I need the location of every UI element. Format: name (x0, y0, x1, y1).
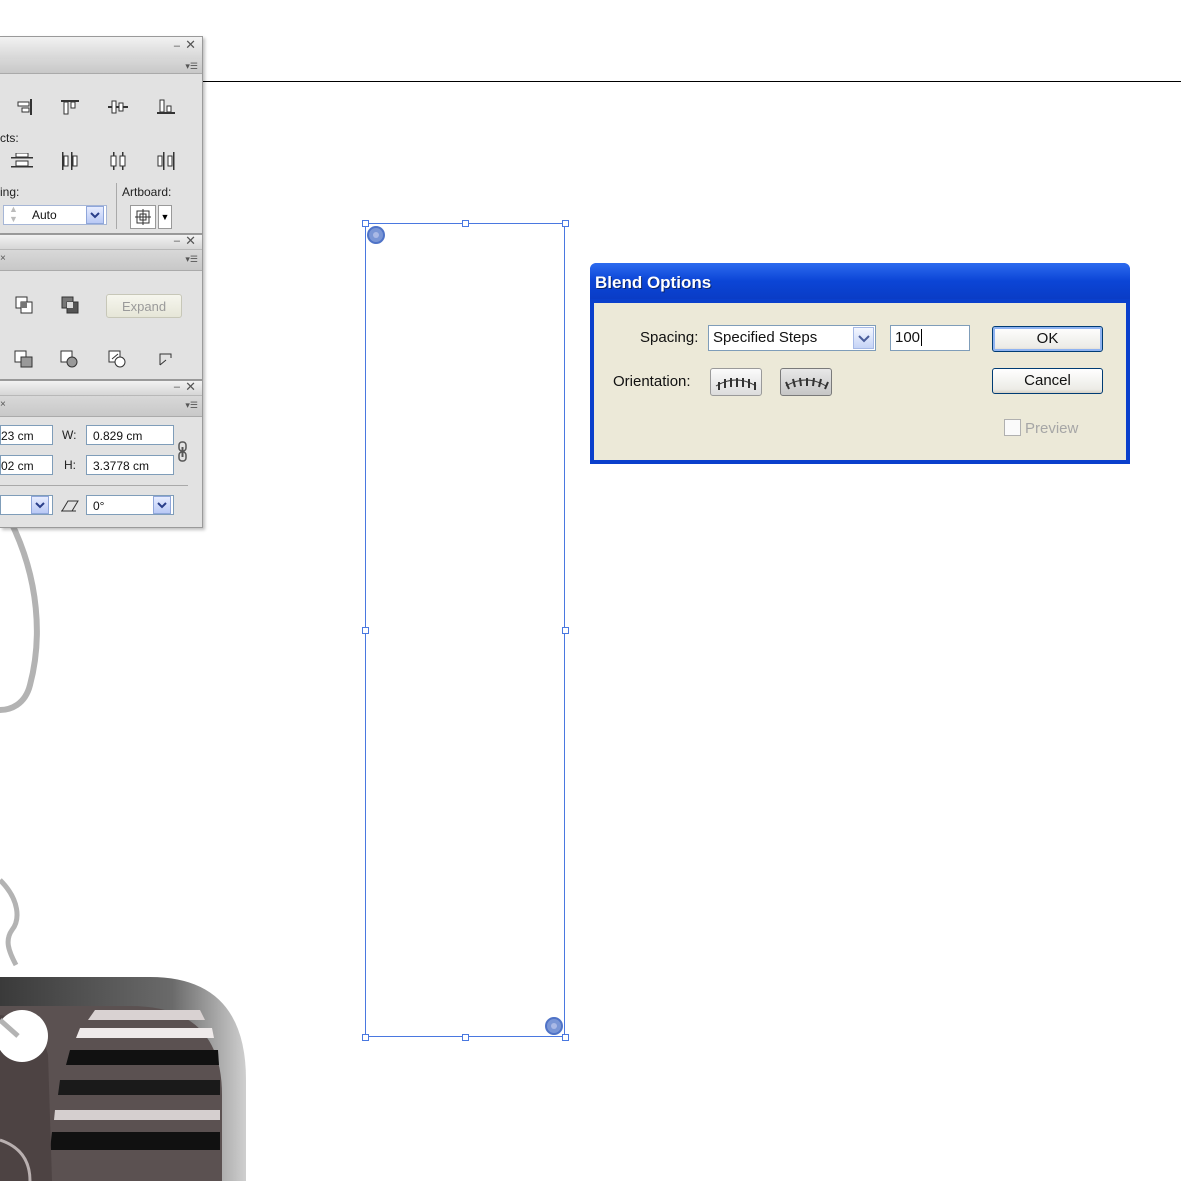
close-icon[interactable]: ✕ (185, 38, 196, 51)
minimize-icon[interactable]: – (174, 235, 180, 247)
orientation-label: Orientation: (613, 373, 691, 390)
pathfinder-intersect-icon[interactable] (12, 295, 36, 315)
distribute-horizontal-center-icon[interactable] (106, 151, 130, 171)
artboard-top-edge (200, 81, 1181, 82)
tab-close-icon[interactable]: × (0, 399, 6, 410)
distribute-objects-label: cts: (0, 131, 19, 145)
resize-handle-top-left[interactable] (362, 220, 369, 227)
minimize-icon[interactable]: – (174, 40, 180, 52)
ok-button[interactable]: OK (992, 326, 1103, 352)
distribute-right-icon[interactable] (154, 151, 178, 171)
shear-icon (60, 499, 80, 518)
chevron-down-icon[interactable] (853, 327, 874, 349)
chevron-down-icon[interactable] (153, 496, 171, 514)
panel-header: – ✕ (0, 37, 202, 59)
close-icon[interactable]: ✕ (185, 234, 196, 247)
blend-options-dialog: Blend Options Spacing: Specified Steps 1… (590, 263, 1130, 464)
pathfinder-outline-icon[interactable] (154, 349, 178, 369)
height-field[interactable]: 3.3778 cm (86, 455, 174, 475)
chevron-down-icon[interactable] (86, 206, 104, 224)
pathfinder-panel: – ✕ × ▾☰ Expand (0, 234, 203, 380)
panel-tab-strip: × ▾☰ (0, 395, 202, 417)
resize-handle-bottom[interactable] (462, 1034, 469, 1041)
close-icon[interactable]: ✕ (185, 380, 196, 393)
steps-value: 100 (895, 329, 921, 346)
pathfinder-divide-icon[interactable] (12, 349, 36, 369)
blend-end-point[interactable] (545, 1017, 563, 1035)
panel-tab-strip: × ▾☰ (0, 249, 202, 271)
minimize-icon[interactable]: – (174, 381, 180, 393)
align-right-icon[interactable] (12, 97, 36, 117)
pathfinder-trim-icon[interactable] (58, 349, 82, 369)
transform-panel: – ✕ × ▾☰ 23 cm 02 cm W: H: 0.829 cm 3.37… (0, 380, 203, 528)
align-top-icon[interactable] (58, 97, 82, 117)
text-cursor (921, 329, 923, 346)
pathfinder-merge-icon[interactable] (106, 349, 130, 369)
height-label: H: (64, 458, 76, 472)
resize-handle-bottom-left[interactable] (362, 1034, 369, 1041)
align-to-dropdown-icon[interactable]: ▼ (158, 205, 172, 229)
divider (0, 485, 188, 486)
align-to-page-icon[interactable] (710, 368, 762, 396)
cancel-button[interactable]: Cancel (992, 368, 1103, 394)
spacing-select-value: Specified Steps (713, 329, 818, 346)
align-to-path-icon[interactable] (780, 368, 832, 396)
align-to-artboard-icon[interactable] (130, 205, 156, 229)
resize-handle-bottom-right[interactable] (562, 1034, 569, 1041)
width-label: W: (62, 428, 77, 442)
steps-input[interactable]: 100 (890, 325, 970, 351)
stepper-down-icon[interactable]: ▼ (9, 215, 18, 224)
align-bottom-icon[interactable] (154, 97, 178, 117)
spacing-value: Auto (32, 208, 57, 222)
spacing-label: Spacing: (640, 329, 699, 346)
preview-checkbox[interactable] (1004, 419, 1021, 436)
width-field[interactable]: 0.829 cm (86, 425, 174, 445)
panel-menu-icon[interactable]: ▾☰ (185, 254, 198, 265)
preview-label: Preview (1025, 420, 1079, 437)
spacing-select[interactable]: Specified Steps (708, 325, 876, 351)
link-icon[interactable] (177, 441, 189, 468)
align-vertical-center-icon[interactable] (106, 97, 130, 117)
distribute-spacing-label: ing: (0, 185, 20, 199)
divider (116, 183, 117, 229)
align-to-label: Artboard: (122, 185, 172, 199)
panel-menu-icon[interactable]: ▾☰ (185, 61, 198, 72)
y-position-field[interactable]: 02 cm (0, 455, 53, 475)
blend-start-point[interactable] (367, 226, 385, 244)
stepper-up-icon[interactable]: ▲ (9, 205, 18, 214)
resize-handle-right[interactable] (562, 627, 569, 634)
dialog-title: Blend Options (590, 263, 1130, 299)
x-position-field[interactable]: 23 cm (0, 425, 53, 445)
selection-bounding-box[interactable] (365, 223, 565, 1037)
distribute-bottom-icon[interactable] (10, 151, 34, 171)
resize-handle-top[interactable] (462, 220, 469, 227)
dialog-body: Spacing: Specified Steps 100 OK Cancel O… (594, 303, 1126, 460)
expand-button[interactable]: Expand (106, 294, 182, 318)
align-panel: – ✕ ▾☰ cts: ing: Artboard: ▲ ▼ Auto ▼ (0, 36, 203, 234)
background-illustration (0, 520, 246, 1181)
resize-handle-left[interactable] (362, 627, 369, 634)
resize-handle-top-right[interactable] (562, 220, 569, 227)
chevron-down-icon[interactable] (31, 496, 49, 514)
distribute-left-icon[interactable] (58, 151, 82, 171)
pathfinder-exclude-icon[interactable] (58, 295, 82, 315)
panel-menu-icon[interactable]: ▾☰ (185, 400, 198, 411)
panel-tab-strip: ▾☰ (0, 59, 202, 74)
tab-close-icon[interactable]: × (0, 253, 6, 264)
panel-header: – ✕ (0, 380, 202, 395)
panel-header: – ✕ (0, 234, 202, 249)
